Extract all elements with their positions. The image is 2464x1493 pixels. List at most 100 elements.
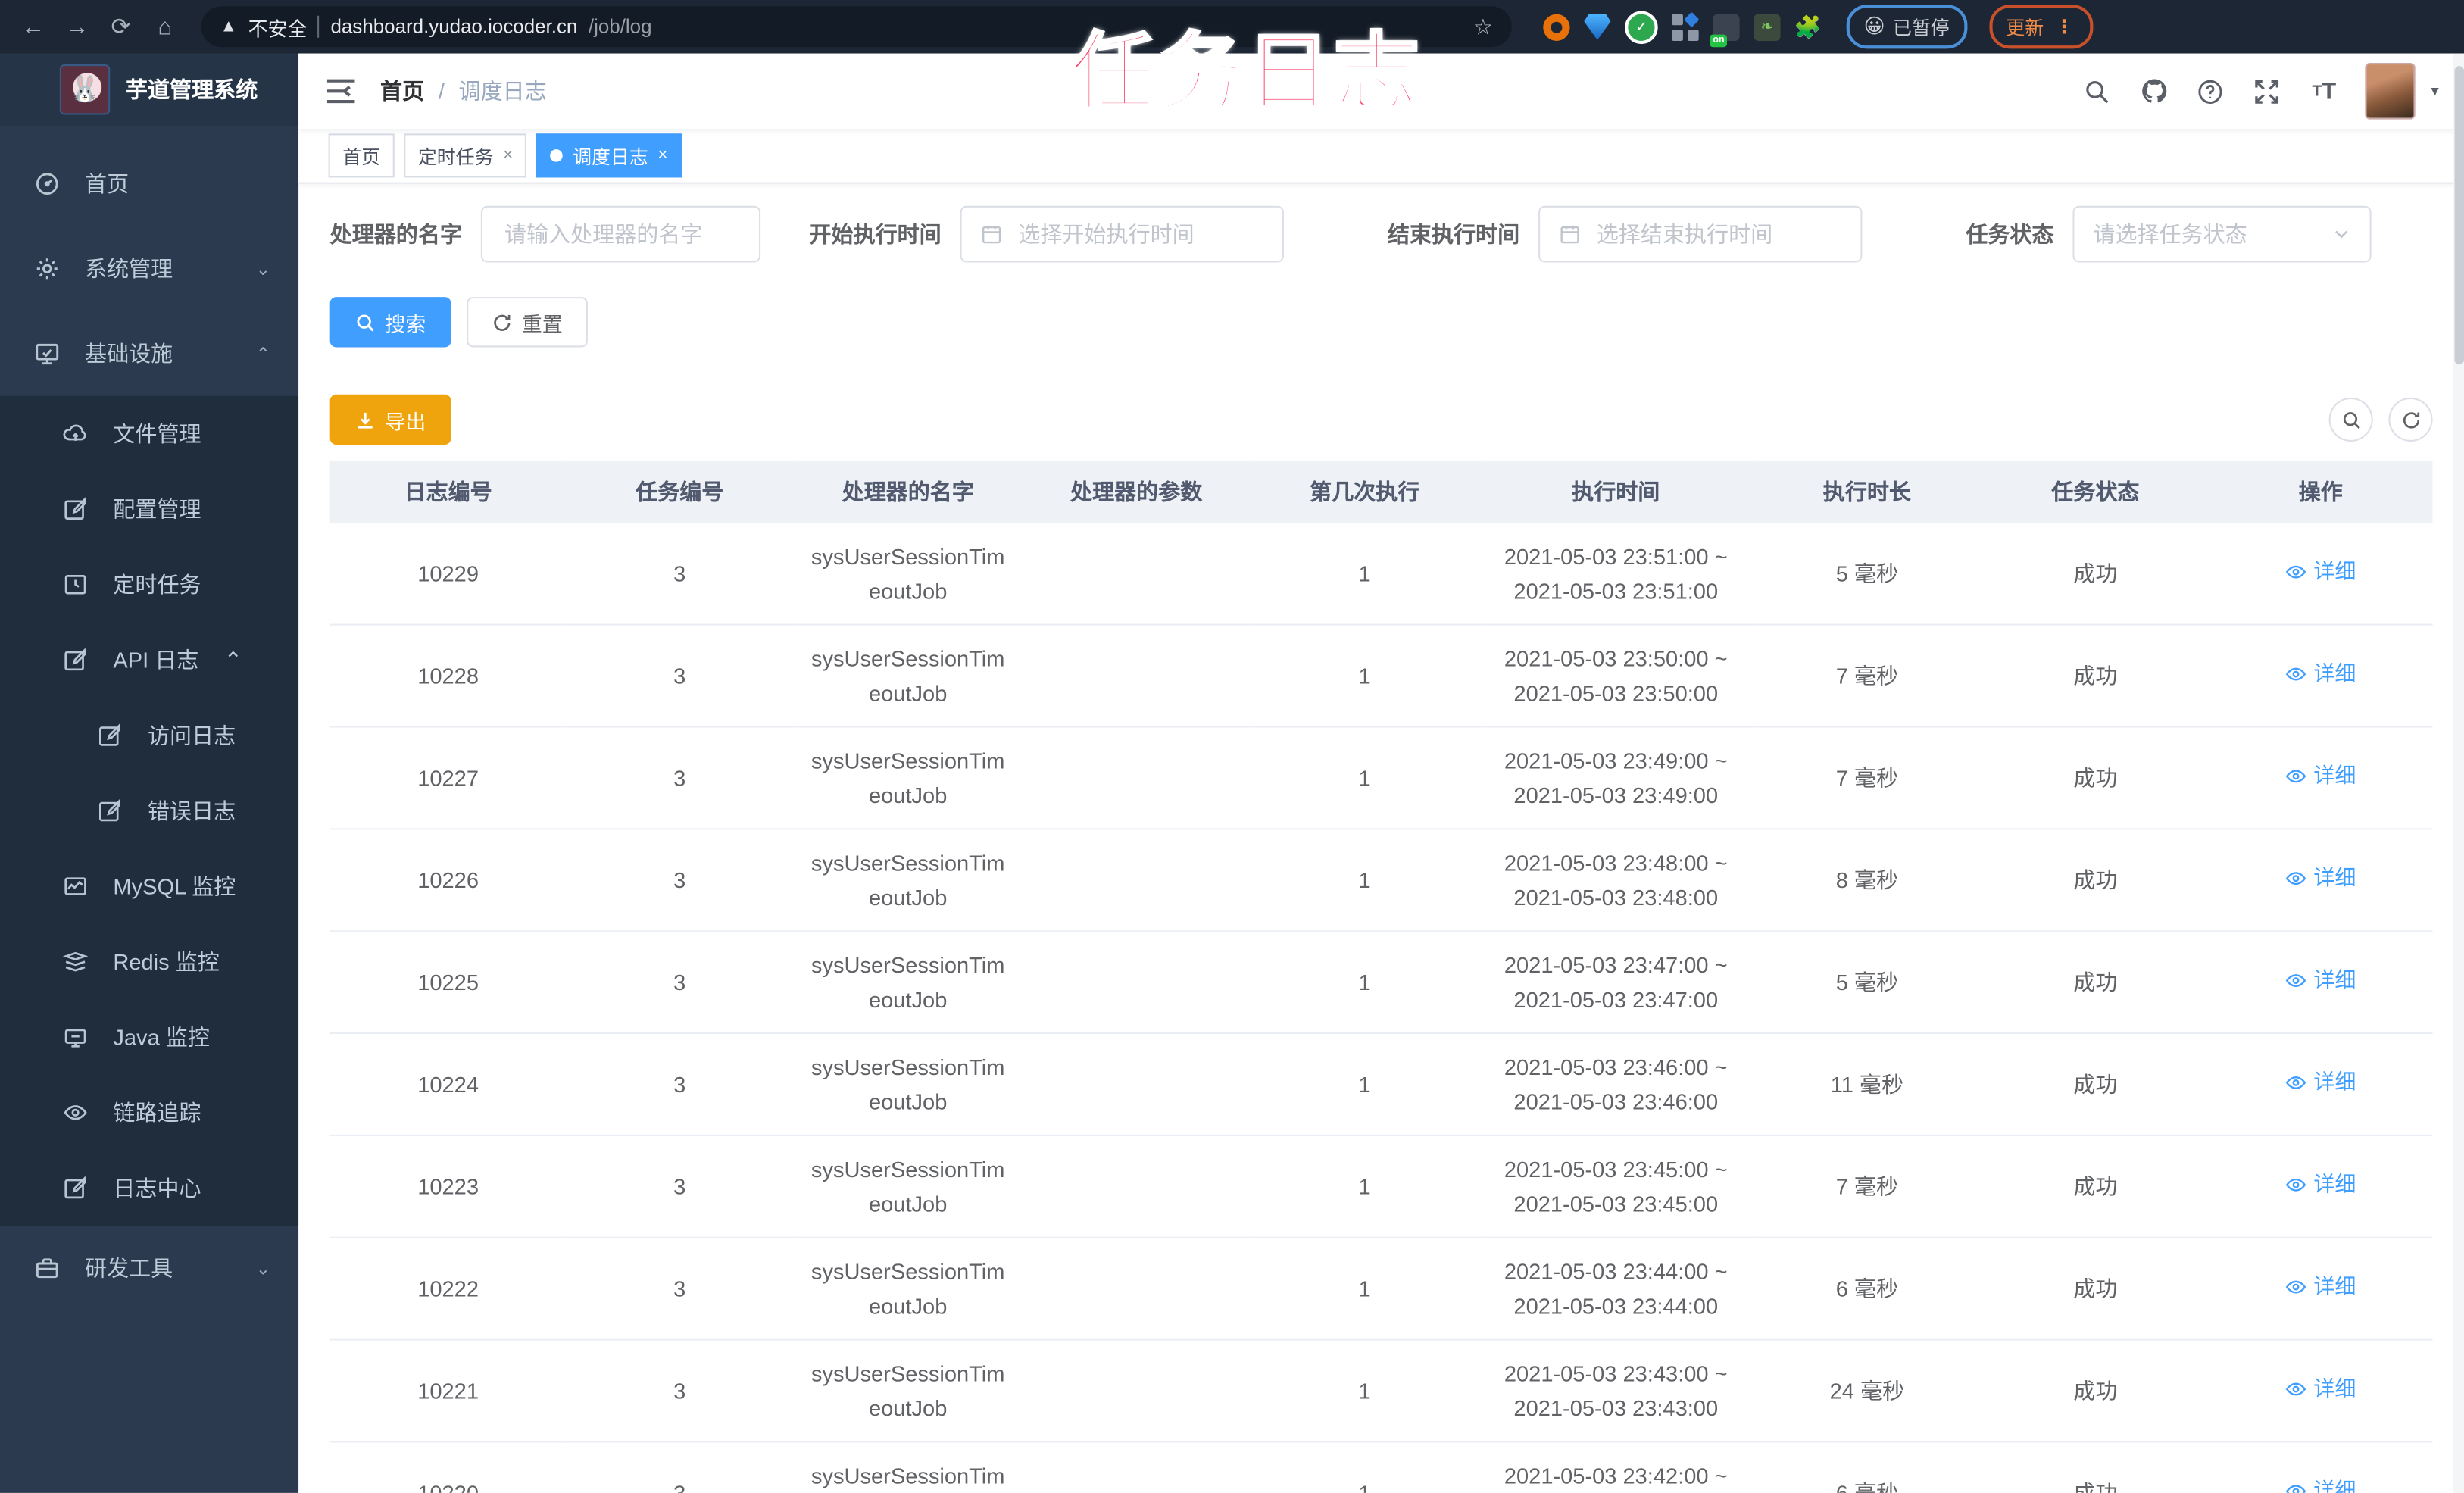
sidebar-item-trace[interactable]: 链路追踪: [0, 1075, 298, 1151]
detail-link[interactable]: 详细: [2285, 1167, 2356, 1202]
sidebar-item-infrastructure[interactable]: 基础设施 ⌃: [0, 311, 298, 396]
back-icon[interactable]: ←: [16, 9, 51, 44]
search-icon[interactable]: [2082, 76, 2113, 107]
scrollbar[interactable]: [2453, 53, 2464, 1493]
end-time-input[interactable]: [1593, 220, 1842, 248]
github-icon[interactable]: [2138, 76, 2169, 107]
sidebar-item-java-monitor[interactable]: Java 监控: [0, 999, 298, 1075]
grid-extension-icon[interactable]: [1672, 11, 1700, 40]
cell-actions: 详细: [2209, 1135, 2433, 1238]
cell-exec-time: 2021-05-03 23:47:00 ~ 2021-05-03 23:47:0…: [1479, 931, 1753, 1035]
sidebar-item-label: API 日志: [113, 647, 199, 673]
detail-link[interactable]: 详细: [2285, 861, 2356, 896]
sidebar-item-mysql-monitor[interactable]: MySQL 监控: [0, 848, 298, 924]
forward-icon[interactable]: →: [60, 9, 95, 44]
cell-exec-time: 2021-05-03 23:51:00 ~ 2021-05-03 23:51:0…: [1479, 523, 1753, 626]
app-logo-row[interactable]: 🐰 芋道管理系统: [0, 53, 299, 126]
sidebar-item-devtools[interactable]: 研发工具 ⌄: [0, 1226, 298, 1310]
home-icon[interactable]: ⌂: [148, 9, 183, 44]
close-icon[interactable]: ×: [503, 146, 513, 165]
bookmark-star-icon[interactable]: ☆: [1473, 14, 1493, 40]
sidebar-item-log-center[interactable]: 日志中心: [0, 1151, 298, 1226]
detail-link[interactable]: 详细: [2285, 657, 2356, 692]
detail-link[interactable]: 详细: [2285, 1066, 2356, 1101]
sidebar-item-scheduled-jobs[interactable]: 定时任务: [0, 547, 298, 623]
green-leaf-extension-icon[interactable]: ❧: [1754, 13, 1781, 40]
filter-form: 处理器的名字 开始执行时间: [330, 205, 2433, 263]
scrollbar-thumb[interactable]: [2453, 66, 2463, 365]
reload-icon[interactable]: ⟳: [104, 9, 139, 44]
cell-status: 成功: [1982, 1135, 2209, 1238]
sidebar-item-error-log[interactable]: 错误日志: [0, 773, 298, 849]
toggle-search-button[interactable]: [2328, 397, 2373, 442]
start-time-input[interactable]: [1015, 220, 1263, 248]
address-bar[interactable]: ▲ 不安全 dashboard.yudao.iocoder.cn/job/log…: [201, 6, 1512, 48]
col-status: 任务状态: [1982, 460, 2209, 523]
active-dot: [551, 149, 564, 162]
help-icon[interactable]: [2195, 76, 2226, 107]
profile-paused-chip[interactable]: 😀 已暂停: [1846, 5, 1967, 49]
handler-name-input[interactable]: [501, 220, 741, 248]
collapse-sidebar-icon[interactable]: [323, 74, 358, 109]
security-label[interactable]: 不安全: [248, 12, 308, 42]
sidebar-item-system[interactable]: 系统管理 ⌄: [0, 226, 298, 311]
sidebar-item-config-manage[interactable]: 配置管理: [0, 471, 298, 547]
job-status-select[interactable]: 请选择任务状态: [2072, 205, 2372, 263]
cell-exec-time: 2021-05-03 23:48:00 ~ 2021-05-03 23:48:0…: [1479, 829, 1753, 932]
export-button[interactable]: 导出: [329, 394, 451, 445]
sidebar-item-access-log[interactable]: 访问日志: [0, 698, 298, 773]
job-status-placeholder: 请选择任务状态: [2093, 221, 2247, 247]
cell-handler-name: sysUserSessionTim eoutJob: [792, 624, 1023, 728]
table-row: 10229 3 sysUserSessionTim eoutJob 1 2021…: [329, 523, 2433, 626]
detail-link[interactable]: 详细: [2285, 759, 2356, 794]
cell-status: 成功: [1982, 523, 2209, 626]
eye-icon: [2286, 770, 2306, 783]
export-button-label: 导出: [385, 409, 426, 433]
reset-button[interactable]: 重置: [467, 297, 588, 348]
detail-link[interactable]: 详细: [2285, 964, 2356, 998]
job-log-icon: [63, 572, 88, 597]
eye-icon: [2286, 1280, 2306, 1294]
sidebar-item-api-log[interactable]: API 日志 ⌃: [0, 623, 298, 698]
detail-link[interactable]: 详细: [2285, 1270, 2356, 1304]
close-icon[interactable]: ×: [657, 146, 667, 165]
sidebar-item-redis-monitor[interactable]: Redis 监控: [0, 924, 298, 1000]
url-host[interactable]: dashboard.yudao.iocoder.cn: [331, 16, 578, 38]
blue-gem-extension-icon[interactable]: [1584, 13, 1611, 40]
tab-label: 首页: [342, 145, 381, 167]
cloud-upload-icon: [63, 421, 88, 446]
detail-link[interactable]: 详细: [2285, 554, 2356, 589]
green-check-extension-icon[interactable]: ✓: [1625, 10, 1658, 44]
fullscreen-icon[interactable]: [2252, 76, 2283, 107]
tab-home[interactable]: 首页: [328, 133, 395, 178]
update-label: 更新: [2006, 16, 2044, 39]
puzzle-extensions-icon[interactable]: 🧩: [1794, 14, 1822, 40]
eye-icon: [2286, 1485, 2306, 1493]
font-size-icon[interactable]: TT: [2309, 76, 2340, 107]
breadcrumb-home[interactable]: 首页: [380, 76, 424, 107]
cell-handler-param: [1023, 1441, 1250, 1493]
sidebar-item-home[interactable]: 首页: [0, 142, 298, 226]
end-time-picker[interactable]: [1538, 205, 1863, 263]
detail-link[interactable]: 详细: [2285, 1372, 2356, 1407]
search-button[interactable]: 搜索: [329, 297, 451, 348]
switch-on-extension-icon[interactable]: on: [1710, 13, 1740, 47]
tab-job-log[interactable]: 调度日志 ×: [536, 133, 682, 178]
tab-scheduled-jobs[interactable]: 定时任务 ×: [404, 133, 527, 178]
chevron-down-icon[interactable]: ▾: [2431, 83, 2438, 100]
start-time-picker[interactable]: [960, 205, 1284, 263]
eye-icon: [63, 1100, 88, 1125]
browser-update-button[interactable]: 更新 ⋮: [1988, 5, 2093, 49]
refresh-table-button[interactable]: [2388, 397, 2433, 442]
avatar[interactable]: [2365, 62, 2416, 120]
profile-emoji-avatar: 😀: [1863, 14, 1885, 38]
sidebar-item-label: Redis 监控: [113, 949, 220, 975]
sidebar-item-label: 链路追踪: [113, 1100, 201, 1126]
detail-link[interactable]: 详细: [2285, 1474, 2356, 1493]
orange-ring-extension-icon[interactable]: [1543, 13, 1570, 40]
sidebar-item-file-manage[interactable]: 文件管理: [0, 396, 298, 472]
sidebar-item-label: 日志中心: [113, 1175, 201, 1201]
calendar-icon: [1559, 223, 1581, 245]
cell-actions: 详细: [2209, 1339, 2433, 1443]
browser-menu-icon[interactable]: ⋮: [2055, 16, 2075, 38]
